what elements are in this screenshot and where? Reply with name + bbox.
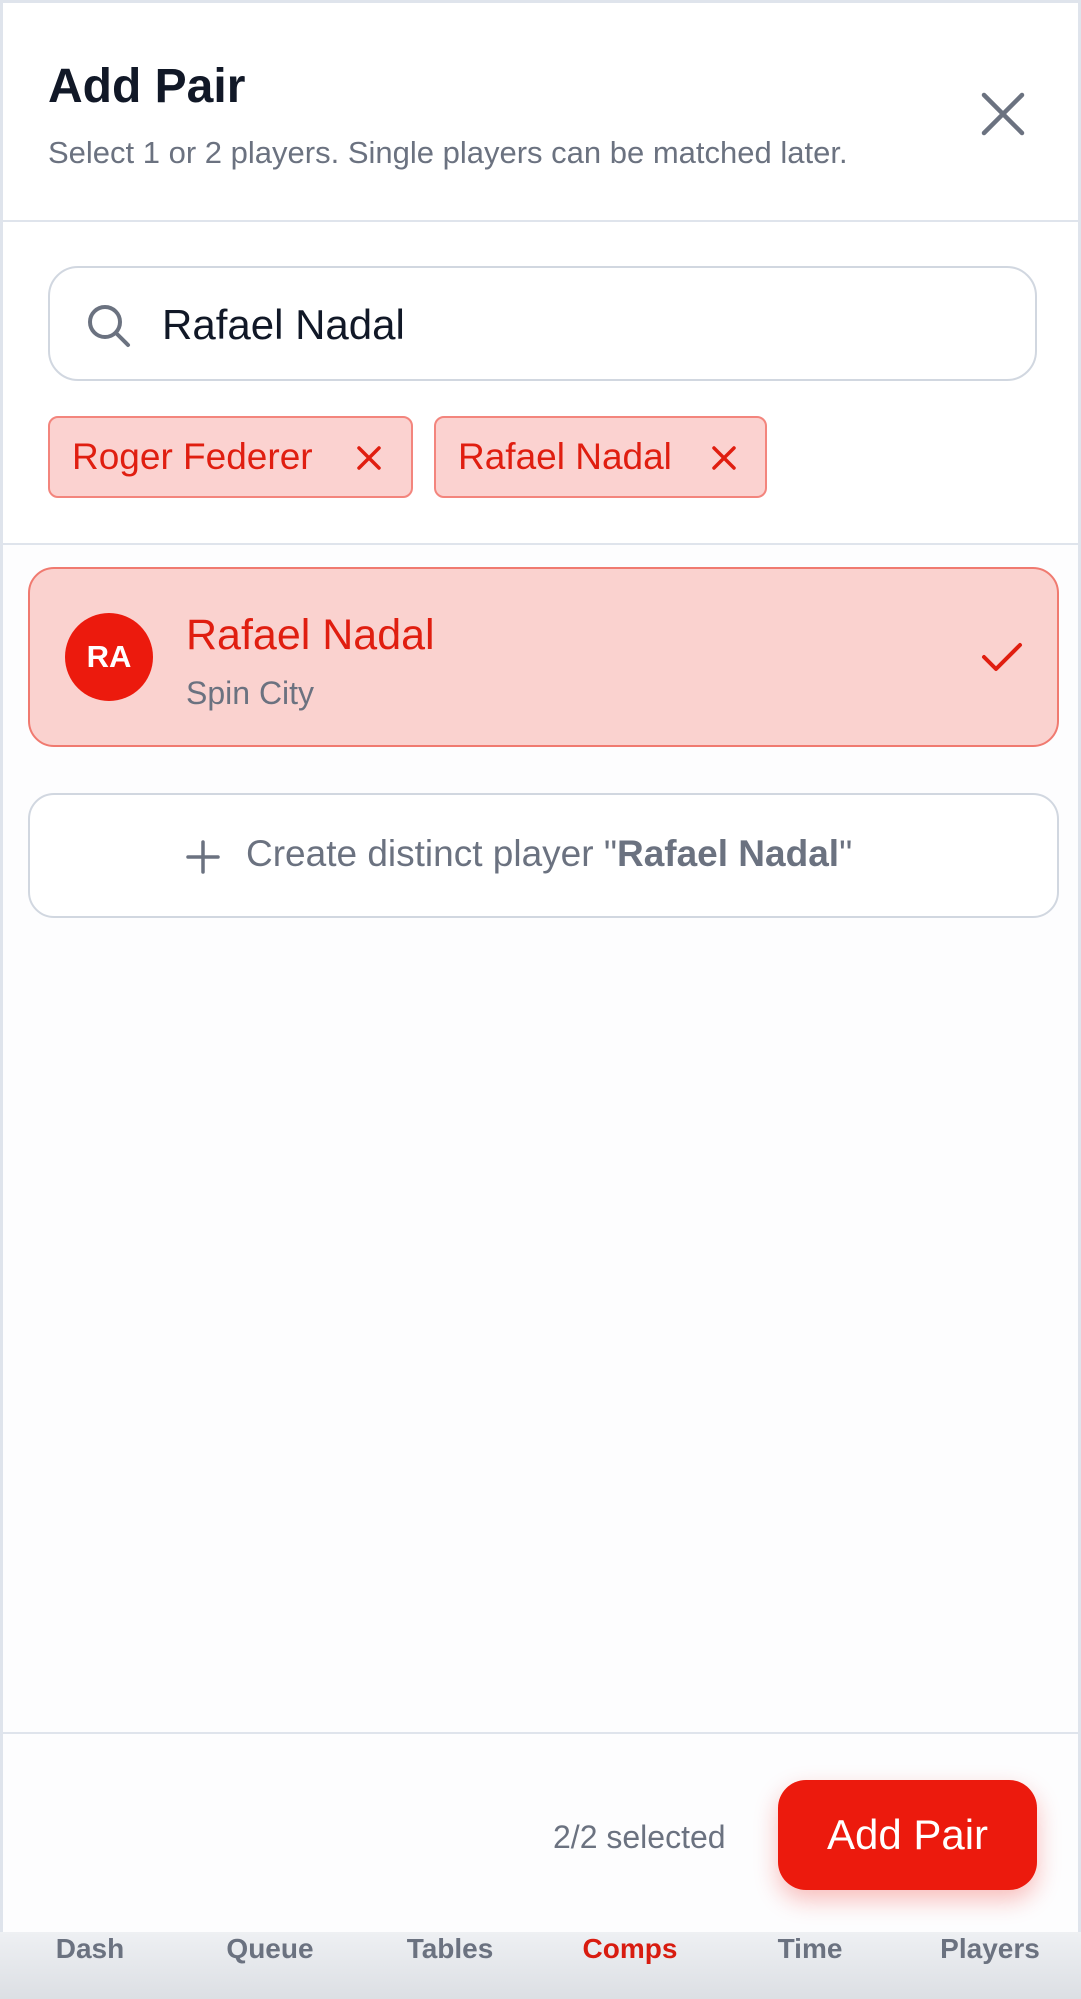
tab-dash[interactable]: Dash <box>0 1933 180 1965</box>
create-player-label: Create distinct player "Rafael Nadal" <box>246 833 852 875</box>
create-suffix: " <box>839 833 853 874</box>
avatar: RA <box>65 613 153 701</box>
search-input[interactable] <box>162 290 1002 360</box>
tab-tables[interactable]: Tables <box>360 1933 540 1965</box>
add-pair-button[interactable]: Add Pair <box>778 1780 1037 1890</box>
close-icon <box>981 92 1025 136</box>
checkmark-icon <box>982 643 1022 671</box>
remove-chip-icon[interactable] <box>353 442 385 474</box>
search-field[interactable] <box>48 266 1037 381</box>
create-player-name: Rafael Nadal <box>616 833 840 874</box>
selected-chip-roger-federer: Roger Federer <box>48 416 413 498</box>
player-name: Rafael Nadal <box>186 611 435 659</box>
player-result-item[interactable]: RA Rafael Nadal Spin City <box>28 567 1059 747</box>
tab-players[interactable]: Players <box>900 1933 1080 1965</box>
plus-icon <box>186 840 220 874</box>
sheet-footer: 2/2 selected Add Pair <box>3 1732 1078 1935</box>
sheet-subtitle: Select 1 or 2 players. Single players ca… <box>48 135 848 170</box>
close-button[interactable] <box>975 86 1031 142</box>
create-prefix: Create distinct player " <box>246 833 617 874</box>
chip-label: Roger Federer <box>72 436 313 477</box>
create-distinct-player-button[interactable]: Create distinct player "Rafael Nadal" <box>28 793 1059 918</box>
tab-time[interactable]: Time <box>720 1933 900 1965</box>
player-team: Spin City <box>186 675 315 711</box>
selection-count: 2/2 selected <box>553 1819 726 1855</box>
sheet-header: Add Pair Select 1 or 2 players. Single p… <box>3 3 1078 222</box>
bottom-tab-bar: Dash Queue Tables Comps Time Players <box>0 1932 1081 1999</box>
tab-queue[interactable]: Queue <box>180 1933 360 1965</box>
tab-comps[interactable]: Comps <box>540 1933 720 1965</box>
search-icon <box>88 305 130 347</box>
selected-chip-rafael-nadal: Rafael Nadal <box>434 416 767 498</box>
sheet-title: Add Pair <box>48 60 246 113</box>
chip-label: Rafael Nadal <box>458 436 672 477</box>
search-section: Roger Federer Rafael Nadal <box>3 222 1078 545</box>
add-pair-sheet: Add Pair Select 1 or 2 players. Single p… <box>0 0 1081 1935</box>
remove-chip-icon[interactable] <box>708 442 740 474</box>
